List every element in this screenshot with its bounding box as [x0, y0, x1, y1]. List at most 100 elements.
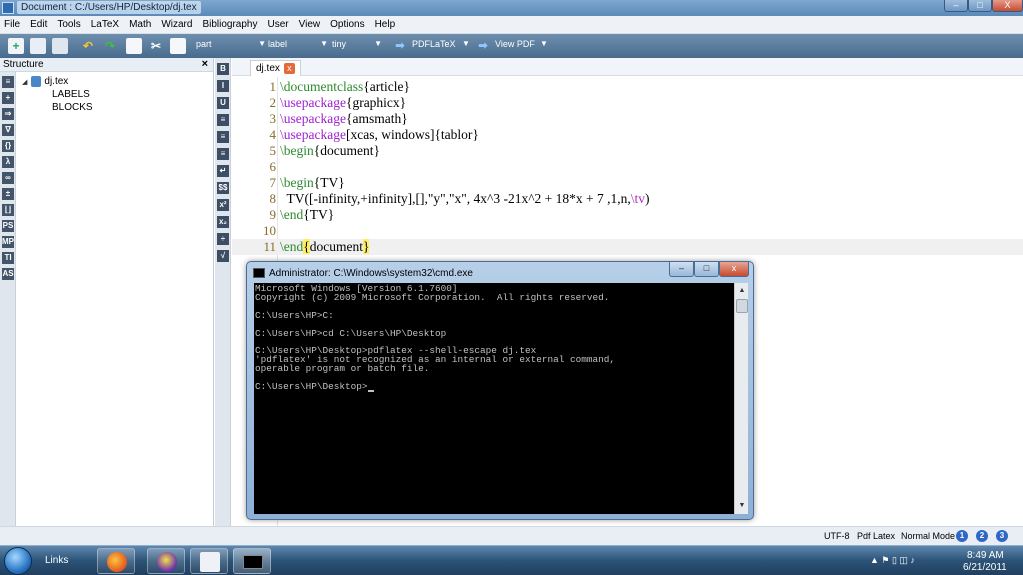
menu-user[interactable]: User — [267, 19, 288, 30]
align-center-icon[interactable]: ≡ — [217, 131, 229, 143]
tikz-icon[interactable]: TI — [2, 252, 14, 264]
code-line[interactable]: 3 \usepackage{amsmath} — [232, 111, 1023, 127]
align-right-icon[interactable]: ≡ — [217, 148, 229, 160]
code-line[interactable]: 7 \begin{TV} — [232, 175, 1023, 191]
console-output[interactable]: Microsoft Windows [Version 6.1.7600] Copy… — [254, 283, 734, 514]
tab-dj-tex[interactable]: dj.tex x — [250, 60, 301, 76]
system-tray-icons[interactable]: ▲ ⚑ ▯ ◫ ♪ — [870, 555, 915, 566]
console-icon — [253, 268, 265, 278]
subscript-icon[interactable]: x₂ — [217, 216, 229, 228]
scroll-down-icon[interactable]: ▼ — [736, 500, 748, 512]
menu-view[interactable]: View — [299, 19, 321, 30]
code-line[interactable]: 8 TV([-infinity,+infinity],[],"y","x", 4… — [232, 191, 1023, 207]
newline-icon[interactable]: ↵ — [217, 165, 229, 177]
status-button-2[interactable]: 2 — [976, 530, 988, 542]
cmd-maximize-button[interactable]: □ — [694, 262, 719, 277]
copy-icon[interactable] — [126, 38, 142, 54]
menu-latex[interactable]: LaTeX — [91, 19, 119, 30]
code-line[interactable]: 2 \usepackage{graphicx} — [232, 95, 1023, 111]
delimiter-icon[interactable]: {} — [2, 140, 14, 152]
links-toolbar[interactable]: Links — [45, 555, 68, 566]
view-arrow-icon[interactable]: ➡ — [475, 38, 491, 54]
maximize-button[interactable]: □ — [968, 0, 992, 12]
sectioning-combo[interactable]: part ▼ — [196, 39, 266, 53]
clock-date[interactable]: 6/21/2011 — [963, 562, 1007, 573]
expand-triangle-icon[interactable]: ◢ — [22, 78, 27, 86]
menu-wizard[interactable]: Wizard — [161, 19, 192, 30]
code-line[interactable]: 5 \begin{document} — [232, 143, 1023, 159]
menu-math[interactable]: Math — [129, 19, 151, 30]
left-right-icon[interactable]: ⌊⌋ — [2, 204, 14, 216]
taskbar-cmd[interactable] — [233, 548, 271, 574]
most-used-icon[interactable]: ∞ — [2, 172, 14, 184]
scroll-thumb[interactable] — [736, 299, 748, 313]
paste-icon[interactable] — [170, 38, 186, 54]
close-tab-icon[interactable]: x — [283, 63, 295, 74]
status-button-3[interactable]: 3 — [996, 530, 1008, 542]
align-left-icon[interactable]: ≡ — [217, 114, 229, 126]
undo-icon[interactable]: ↶ — [80, 38, 96, 54]
tree-item-labels[interactable]: LABELS — [52, 89, 93, 100]
start-button[interactable] — [4, 547, 32, 575]
superscript-icon[interactable]: x² — [217, 199, 229, 211]
tree-root[interactable]: ◢ dj.tex — [22, 76, 93, 87]
scroll-up-icon[interactable]: ▲ — [736, 285, 748, 297]
structure-view-icon[interactable]: ≡ — [2, 76, 14, 88]
code-line[interactable]: 6 — [232, 159, 1023, 175]
size-combo[interactable]: tiny ▼ — [332, 39, 382, 53]
code-line[interactable]: 1 \documentclass{article} — [232, 79, 1023, 95]
new-file-icon[interactable]: + — [8, 38, 24, 54]
greek-letter-icon[interactable]: λ — [2, 156, 14, 168]
menu-options[interactable]: Options — [330, 19, 364, 30]
status-button-1[interactable]: 1 — [956, 530, 968, 542]
compile-arrow-icon[interactable]: ➡ — [392, 38, 408, 54]
menu-tools[interactable]: Tools — [57, 19, 80, 30]
taskbar-messenger[interactable] — [147, 548, 185, 574]
close-icon[interactable]: × — [202, 58, 208, 71]
status-encoding[interactable]: UTF-8 — [824, 531, 850, 541]
code-line[interactable]: 11 \end{document} — [232, 239, 1023, 255]
favorites-icon[interactable]: ± — [2, 188, 14, 200]
display-math-icon[interactable]: $$ — [217, 182, 229, 194]
menu-file[interactable]: File — [4, 19, 20, 30]
tree-item-blocks[interactable]: BLOCKS — [52, 102, 93, 113]
open-file-icon[interactable] — [30, 38, 46, 54]
menu-bibliography[interactable]: Bibliography — [202, 19, 257, 30]
cmd-window[interactable]: Administrator: C:\Windows\system32\cmd.e… — [246, 261, 754, 520]
italic-icon[interactable]: I — [217, 80, 229, 92]
asymptote-icon[interactable]: AS — [2, 268, 14, 280]
taskbar-texmaker[interactable] — [190, 548, 228, 574]
relation-icon[interactable]: + — [2, 92, 14, 104]
cmd-minimize-button[interactable]: – — [669, 262, 694, 277]
pdflatex-button[interactable]: PDFLaTeX ▼ — [412, 39, 470, 53]
save-icon[interactable] — [52, 38, 68, 54]
minimize-button[interactable]: – — [944, 0, 968, 12]
fraction-icon[interactable]: ÷ — [217, 233, 229, 245]
cmd-close-button[interactable]: x — [719, 262, 749, 277]
metapost-icon[interactable]: MP — [2, 236, 14, 248]
tab-label: dj.tex — [256, 62, 280, 74]
cut-icon[interactable]: ✂ — [148, 38, 164, 54]
underline-icon[interactable]: U — [217, 97, 229, 109]
bold-icon[interactable]: B — [217, 63, 229, 75]
close-button[interactable]: X — [992, 0, 1023, 12]
code-line[interactable]: 9 \end{TV} — [232, 207, 1023, 223]
misc-symbol-icon[interactable]: ∇ — [2, 124, 14, 136]
status-mode[interactable]: Normal Mode — [901, 531, 955, 541]
reference-combo[interactable]: label ▼ — [268, 39, 328, 53]
redo-icon[interactable]: ↷ — [102, 38, 118, 54]
pstricks-icon[interactable]: PS — [2, 220, 14, 232]
taskbar-firefox[interactable] — [97, 548, 135, 574]
clock-time[interactable]: 8:49 AM — [967, 550, 1004, 561]
console-line: Copyright (c) 2009 Microsoft Corporation… — [255, 291, 610, 303]
view-pdf-button[interactable]: View PDF ▼ — [495, 39, 548, 53]
code-line[interactable]: 4 \usepackage[xcas, windows]{tablor} — [232, 127, 1023, 143]
menu-help[interactable]: Help — [375, 19, 396, 30]
cmd-scrollbar[interactable]: ▲ ▼ — [734, 283, 748, 514]
sqrt-icon[interactable]: √ — [217, 250, 229, 262]
structure-header: Structure × — [0, 58, 213, 72]
window-titlebar[interactable]: Document : C:/Users/HP/Desktop/dj.tex – … — [0, 0, 1023, 16]
menu-edit[interactable]: Edit — [30, 19, 47, 30]
arrow-icon[interactable]: ⇒ — [2, 108, 14, 120]
code-line[interactable]: 10 — [232, 223, 1023, 239]
